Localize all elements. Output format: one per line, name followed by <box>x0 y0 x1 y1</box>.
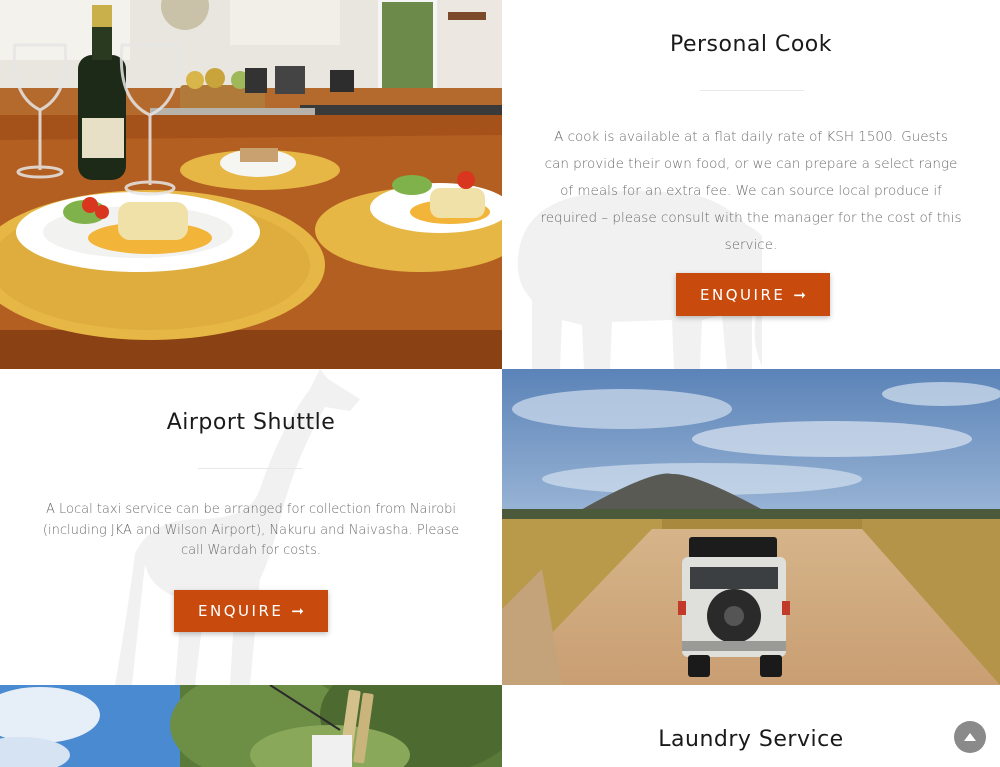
title-divider <box>700 90 804 91</box>
clothesline-image <box>0 685 502 767</box>
personal-cook-enquire-button[interactable]: ENQUIRE ➞ <box>676 273 830 316</box>
airport-shuttle-enquire-button[interactable]: ENQUIRE ➞ <box>174 590 328 632</box>
personal-cook-title: Personal Cook <box>669 32 833 57</box>
laundry-service-title: Laundry Service <box>658 727 844 752</box>
safari-photo <box>502 369 1000 685</box>
enquire-label: ENQUIRE <box>198 602 284 620</box>
personal-cook-description: A cook is available at a flat daily rate… <box>540 129 962 253</box>
enquire-label: ENQUIRE <box>700 285 786 304</box>
long-arrow-right-icon: ➞ <box>793 285 806 304</box>
airport-shuttle-description: A Local taxi service can be arranged for… <box>42 502 460 558</box>
scroll-to-top-button[interactable] <box>954 721 986 753</box>
long-arrow-right-icon: ➞ <box>291 602 304 620</box>
services-grid: Personal Cook A cook is available at a f… <box>0 0 1000 767</box>
title-divider <box>198 468 302 469</box>
airport-shuttle-title: Airport Shuttle <box>166 410 336 435</box>
laundry-service-panel: Laundry Service <box>502 685 1000 767</box>
chevron-up-icon <box>964 733 976 741</box>
kitchen-dining-image <box>0 0 502 369</box>
personal-cook-panel: Personal Cook A cook is available at a f… <box>502 0 1000 369</box>
laundry-photo <box>0 685 502 767</box>
airport-shuttle-panel: Airport Shuttle A Local taxi service can… <box>0 369 502 685</box>
safari-vehicle-image <box>502 369 1000 685</box>
kitchen-photo <box>0 0 502 369</box>
